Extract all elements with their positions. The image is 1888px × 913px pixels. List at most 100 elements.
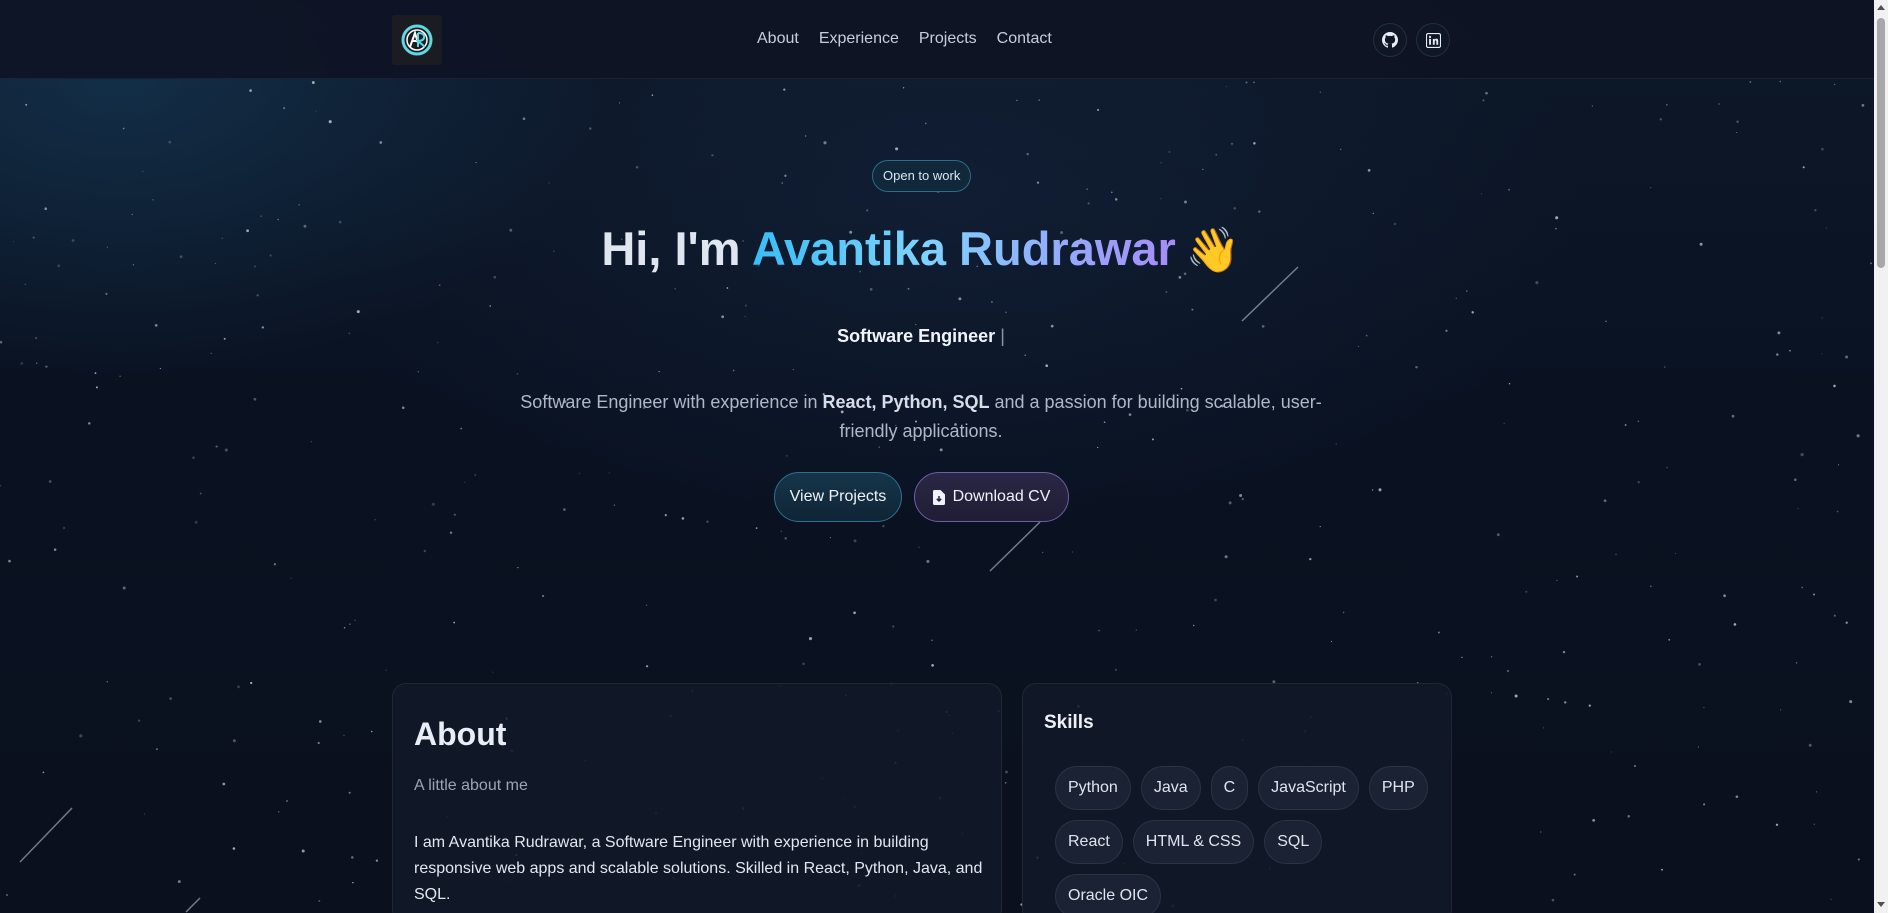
star-dot	[283, 107, 286, 110]
star-dot	[1816, 791, 1818, 793]
star-dot	[375, 859, 379, 862]
star-dot	[215, 445, 218, 448]
main-nav: About Experience Projects Contact	[757, 30, 1052, 48]
star-dot	[755, 527, 758, 529]
role-text: Software Engineer	[837, 326, 996, 346]
star-dot	[613, 504, 615, 506]
star-dot	[895, 147, 899, 151]
star-dot	[726, 287, 729, 289]
star-dot	[1036, 181, 1040, 184]
star-dot	[939, 448, 943, 452]
star-dot	[1857, 858, 1860, 861]
about-heading: About	[414, 716, 507, 752]
star-dot	[1856, 434, 1860, 438]
star-dot	[374, 518, 376, 521]
scroll-up-arrow-icon[interactable]	[1877, 5, 1885, 10]
star-dot	[1508, 188, 1510, 191]
star-dot	[1834, 83, 1836, 85]
star-dot	[808, 637, 813, 641]
star-dot	[464, 481, 466, 483]
star-dot	[53, 548, 57, 551]
star-dot	[1838, 464, 1840, 466]
nav-link-about[interactable]: About	[757, 30, 799, 48]
star-dot	[1485, 91, 1488, 95]
download-cv-button[interactable]: Download CV	[914, 472, 1069, 522]
star-dot	[256, 293, 259, 297]
star-dot	[1573, 873, 1576, 876]
star-dot	[1038, 99, 1041, 101]
star-dot	[1663, 366, 1666, 368]
star-dot	[1808, 743, 1812, 747]
github-button[interactable]	[1373, 23, 1407, 57]
hero-title: Hi, I'm Avantika Rudrawar 👋	[0, 221, 1842, 276]
star-dot	[105, 292, 108, 295]
star-dot	[635, 166, 639, 169]
star-dot	[516, 372, 519, 375]
star-dot	[1542, 727, 1545, 729]
download-cv-label: Download CV	[952, 488, 1051, 505]
scroll-down-arrow-icon[interactable]	[1877, 902, 1885, 907]
intro-prefix: Software Engineer with experience in	[520, 392, 823, 412]
vertical-scrollbar[interactable]	[1874, 0, 1888, 913]
star-dot	[88, 422, 91, 425]
star-dot	[578, 472, 581, 475]
star-dot	[301, 849, 305, 853]
skill-chip: JavaScript	[1258, 766, 1359, 810]
star-dot	[1097, 108, 1100, 111]
star-dot	[1627, 815, 1630, 818]
star-dot	[1525, 590, 1528, 593]
star-dot	[878, 446, 881, 449]
star-dot	[1563, 701, 1567, 704]
star-dot	[144, 813, 146, 815]
nav-link-contact[interactable]: Contact	[997, 30, 1052, 48]
star-dot	[1455, 297, 1457, 299]
star-dot	[370, 730, 373, 733]
view-projects-button[interactable]: View Projects	[774, 472, 902, 522]
star-dot	[318, 900, 321, 902]
star-dot	[522, 117, 526, 121]
star-dot	[1378, 488, 1382, 492]
star-dot	[1309, 557, 1312, 561]
nav-link-experience[interactable]: Experience	[819, 30, 899, 48]
star-dot	[1233, 207, 1236, 210]
star-dot	[94, 372, 97, 374]
star-dot	[1703, 803, 1706, 806]
shooting-star	[989, 521, 1041, 572]
star-dot	[784, 537, 787, 540]
star-dot	[1820, 147, 1824, 151]
star-dot	[608, 472, 610, 474]
star-dot	[1371, 489, 1374, 491]
star-dot	[8, 559, 11, 563]
logo-monogram-icon	[401, 24, 433, 56]
logo[interactable]	[392, 15, 442, 65]
star-dot	[1253, 142, 1256, 145]
intro-skills: React, Python, SQL	[822, 392, 990, 412]
star-dot	[1588, 704, 1591, 707]
hero-name: Avantika Rudrawar	[751, 222, 1176, 275]
star-dot	[721, 315, 725, 319]
scrollbar-thumb[interactable]	[1877, 18, 1885, 268]
star-dot	[1168, 150, 1171, 153]
star-dot	[784, 174, 787, 177]
star-dot	[1814, 209, 1817, 212]
star-dot	[474, 474, 476, 476]
star-dot	[417, 370, 420, 373]
file-download-icon	[932, 489, 945, 505]
star-dot	[1776, 353, 1779, 356]
star-dot	[651, 94, 654, 96]
star-dot	[79, 734, 83, 738]
star-dot	[1733, 623, 1737, 626]
star-dot	[853, 611, 856, 615]
star-dot	[924, 122, 927, 125]
linkedin-button[interactable]	[1416, 23, 1450, 57]
star-dot	[0, 484, 2, 487]
star-dot	[1666, 466, 1668, 469]
star-dot	[658, 371, 660, 373]
star-dot	[792, 368, 794, 371]
star-dot	[159, 367, 162, 370]
star-dot	[24, 283, 26, 286]
star-dot	[315, 110, 317, 112]
star-dot	[1800, 453, 1804, 457]
nav-link-projects[interactable]: Projects	[919, 30, 977, 48]
skills-heading: Skills	[1044, 712, 1094, 733]
